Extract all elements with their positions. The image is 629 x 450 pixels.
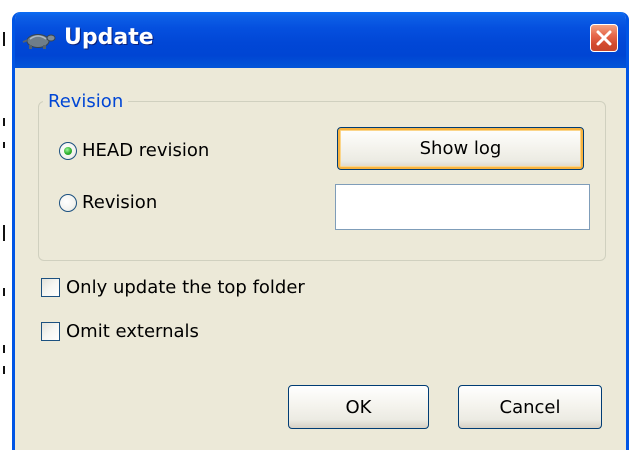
- checkbox-unchecked-icon: [41, 278, 60, 297]
- omit-externals-checkbox[interactable]: Omit externals: [41, 321, 199, 342]
- show-log-button[interactable]: Show log: [337, 127, 584, 170]
- cancel-button[interactable]: Cancel: [458, 385, 602, 429]
- ok-button[interactable]: OK: [288, 385, 429, 429]
- close-button[interactable]: [590, 24, 618, 52]
- window-title: Update: [64, 25, 154, 50]
- revision-group-title: Revision: [43, 91, 129, 112]
- screenshot-stage: Update Revision HEAD revision Revision S…: [0, 0, 629, 450]
- close-icon: [596, 30, 612, 46]
- revision-input[interactable]: [335, 184, 590, 230]
- background-artifacts: [0, 0, 12, 450]
- head-revision-radio[interactable]: HEAD revision: [59, 140, 209, 161]
- artifact-mark: [3, 366, 5, 374]
- revision-radio[interactable]: Revision: [59, 192, 157, 213]
- artifact-mark: [3, 345, 5, 353]
- radio-dot-icon: [64, 146, 72, 155]
- tortoise-icon: [21, 30, 57, 50]
- radio-selected-icon: [59, 141, 77, 160]
- artifact-mark: [3, 118, 5, 126]
- only-top-folder-checkbox[interactable]: Only update the top folder: [41, 277, 305, 298]
- update-dialog: Update Revision HEAD revision Revision S…: [12, 12, 629, 450]
- artifact-mark: [3, 32, 5, 46]
- revision-groupbox: [38, 101, 606, 261]
- title-bar[interactable]: Update: [15, 12, 626, 68]
- artifact-mark: [3, 288, 5, 296]
- show-log-label: Show log: [419, 138, 502, 159]
- artifact-mark: [3, 225, 5, 241]
- ok-label: OK: [345, 396, 372, 418]
- radio-unselected-icon: [59, 193, 77, 212]
- only-top-folder-label: Only update the top folder: [66, 277, 305, 298]
- head-revision-label: HEAD revision: [82, 140, 210, 161]
- omit-externals-label: Omit externals: [66, 321, 199, 342]
- checkbox-unchecked-icon: [41, 322, 60, 341]
- artifact-mark: [3, 142, 5, 148]
- cancel-label: Cancel: [499, 396, 561, 418]
- revision-radio-label: Revision: [82, 192, 158, 213]
